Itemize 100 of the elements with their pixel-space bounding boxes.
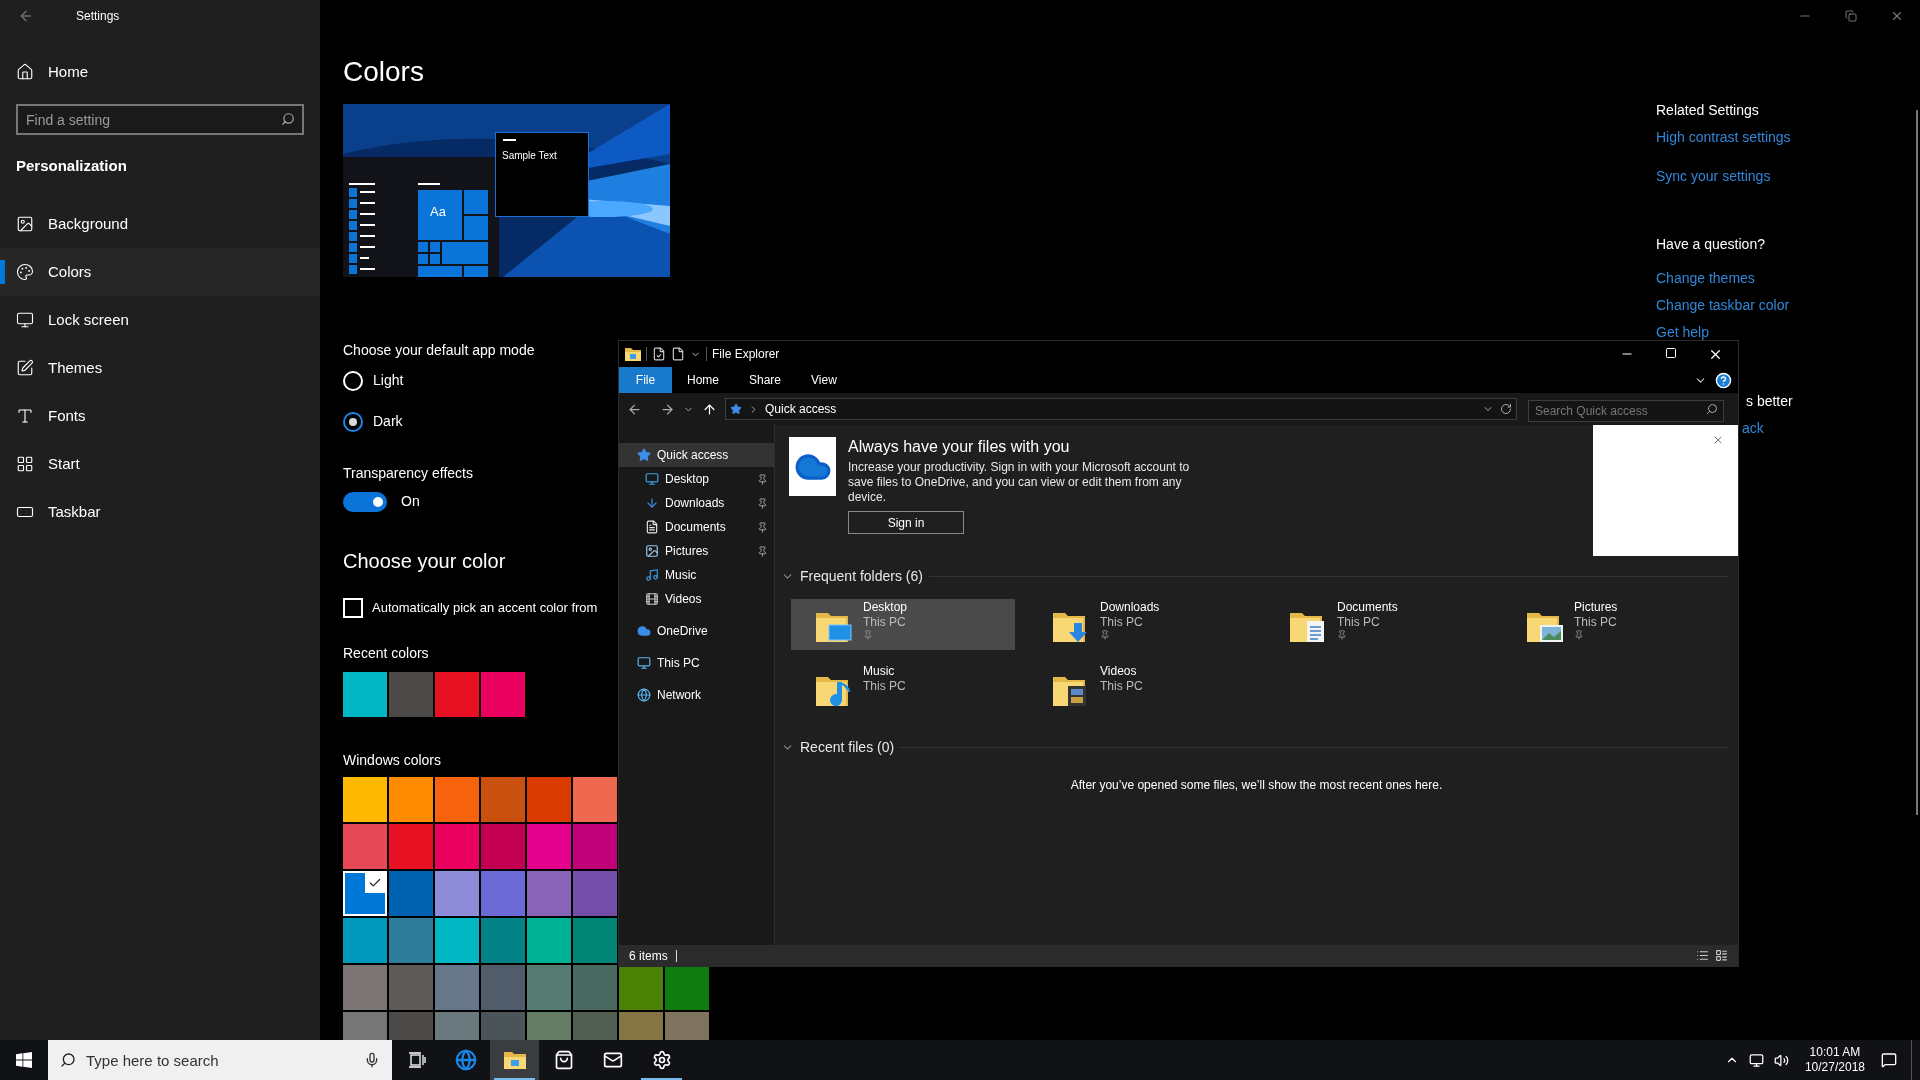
star-icon (730, 403, 742, 415)
search-field[interactable]: Search Quick access (1528, 400, 1724, 422)
color-swatch[interactable] (481, 965, 525, 1010)
folder-tile[interactable]: Videos This PC (1028, 663, 1252, 714)
color-swatch[interactable] (435, 777, 479, 822)
color-swatch[interactable] (527, 871, 571, 916)
link[interactable]: Get help (1656, 322, 1709, 342)
color-swatch[interactable] (527, 965, 571, 1010)
color-swatch[interactable] (573, 918, 617, 963)
nav-item[interactable]: Desktop (619, 467, 774, 491)
ribbon-tab[interactable]: View (796, 367, 852, 393)
color-swatch[interactable] (573, 871, 617, 916)
address-bar[interactable]: Quick access (725, 398, 1517, 420)
nav-item[interactable]: Network (619, 683, 774, 707)
color-swatch[interactable] (389, 777, 433, 822)
radio-button[interactable]: Dark (343, 411, 403, 432)
color-swatch[interactable] (389, 824, 433, 869)
color-swatch[interactable] (527, 777, 571, 822)
clock[interactable]: 10:01 AM 10/27/2018 (1798, 1045, 1871, 1075)
folder-tile[interactable]: Music This PC (791, 663, 1015, 714)
check-icon (368, 876, 382, 890)
volume-icon[interactable] (1773, 1052, 1789, 1068)
taskbar-app-button[interactable] (490, 1040, 539, 1080)
nav-item[interactable]: Fonts (0, 392, 320, 440)
forward-icon[interactable] (660, 401, 675, 417)
nav-item[interactable]: Music (619, 563, 774, 587)
color-swatch[interactable] (343, 871, 387, 916)
color-swatch[interactable] (481, 918, 525, 963)
color-swatch[interactable] (389, 918, 433, 963)
back-arrow-icon[interactable] (18, 8, 34, 24)
color-swatch[interactable] (343, 777, 387, 822)
color-swatch[interactable] (343, 918, 387, 963)
nav-item[interactable]: Themes (0, 344, 320, 392)
nav-item[interactable]: Videos (619, 587, 774, 611)
nav-item[interactable]: Start (0, 440, 320, 488)
color-swatch[interactable] (527, 824, 571, 869)
toggle-switch[interactable] (343, 491, 387, 512)
color-swatch[interactable] (527, 918, 571, 963)
color-swatch[interactable] (343, 824, 387, 869)
notifications-icon[interactable] (1881, 1052, 1897, 1068)
color-swatch[interactable] (389, 965, 433, 1010)
taskbar-search-field[interactable]: Type here to search (48, 1040, 392, 1080)
ribbon-tab[interactable]: Home (672, 367, 734, 393)
home-link[interactable]: Home (0, 52, 320, 92)
color-swatch[interactable] (481, 871, 525, 916)
large-icons-view-icon[interactable] (1715, 949, 1728, 962)
nav-item[interactable]: OneDrive (619, 619, 774, 643)
image-icon (645, 544, 659, 558)
nav-item[interactable]: Quick access (619, 443, 774, 467)
nav-item[interactable]: Taskbar (0, 488, 320, 536)
color-swatch[interactable] (573, 965, 617, 1010)
up-icon[interactable] (702, 401, 717, 417)
properties-icon[interactable] (652, 347, 666, 361)
color-swatch[interactable] (573, 777, 617, 822)
refresh-icon[interactable] (1500, 403, 1512, 415)
nav-item[interactable]: Colors (0, 248, 320, 296)
new-file-icon[interactable] (671, 347, 685, 361)
color-swatch[interactable] (619, 965, 663, 1010)
nav-item[interactable]: Pictures (619, 539, 774, 563)
color-swatch[interactable] (573, 824, 617, 869)
sign-in-button[interactable]: Sign in (848, 511, 964, 534)
restore-icon[interactable] (1845, 10, 1857, 22)
details-view-icon[interactable] (1696, 949, 1709, 962)
color-swatch[interactable] (435, 965, 479, 1010)
link[interactable]: High contrast settings (1656, 127, 1791, 147)
color-swatch[interactable] (481, 672, 525, 717)
nav-item[interactable]: Documents (619, 515, 774, 539)
folder-tile[interactable]: Documents This PC (1265, 599, 1489, 650)
color-swatch[interactable] (481, 777, 525, 822)
color-swatch[interactable] (343, 672, 387, 717)
color-swatch[interactable] (343, 965, 387, 1010)
link[interactable]: ack (1742, 418, 1764, 438)
color-swatch[interactable] (665, 965, 709, 1010)
nav-item[interactable]: Background (0, 200, 320, 248)
color-swatch[interactable] (435, 672, 479, 717)
nav-item[interactable]: This PC (619, 651, 774, 675)
folder-tile[interactable]: Downloads This PC (1028, 599, 1252, 650)
color-swatch[interactable] (435, 824, 479, 869)
color-swatch[interactable] (481, 824, 525, 869)
microphone-icon[interactable] (364, 1052, 380, 1068)
nav-item[interactable]: Lock screen (0, 296, 320, 344)
color-swatch[interactable] (435, 871, 479, 916)
color-swatch[interactable] (435, 918, 479, 963)
link[interactable]: Change taskbar color (1656, 295, 1790, 315)
color-swatch[interactable] (389, 871, 433, 916)
folder-tile[interactable]: Pictures This PC (1502, 599, 1726, 650)
search-field[interactable]: Find a setting (16, 104, 304, 135)
ribbon-tab[interactable]: Share (734, 367, 797, 393)
maximize-icon[interactable] (1665, 346, 1677, 359)
back-icon[interactable] (627, 401, 642, 417)
link[interactable]: Sync your settings (1656, 166, 1771, 186)
color-swatch[interactable] (389, 672, 433, 717)
checkbox[interactable]: Automatically pick an accent color from (343, 598, 598, 618)
folder-tile[interactable]: Desktop This PC (791, 599, 1015, 650)
help-icon[interactable] (1715, 371, 1732, 389)
file-menu-button[interactable]: File (619, 367, 672, 393)
link[interactable]: Change themes (1656, 268, 1755, 288)
nav-item[interactable]: Downloads (619, 491, 774, 515)
network-icon[interactable] (1748, 1052, 1764, 1068)
radio-button[interactable]: Light (343, 370, 404, 391)
